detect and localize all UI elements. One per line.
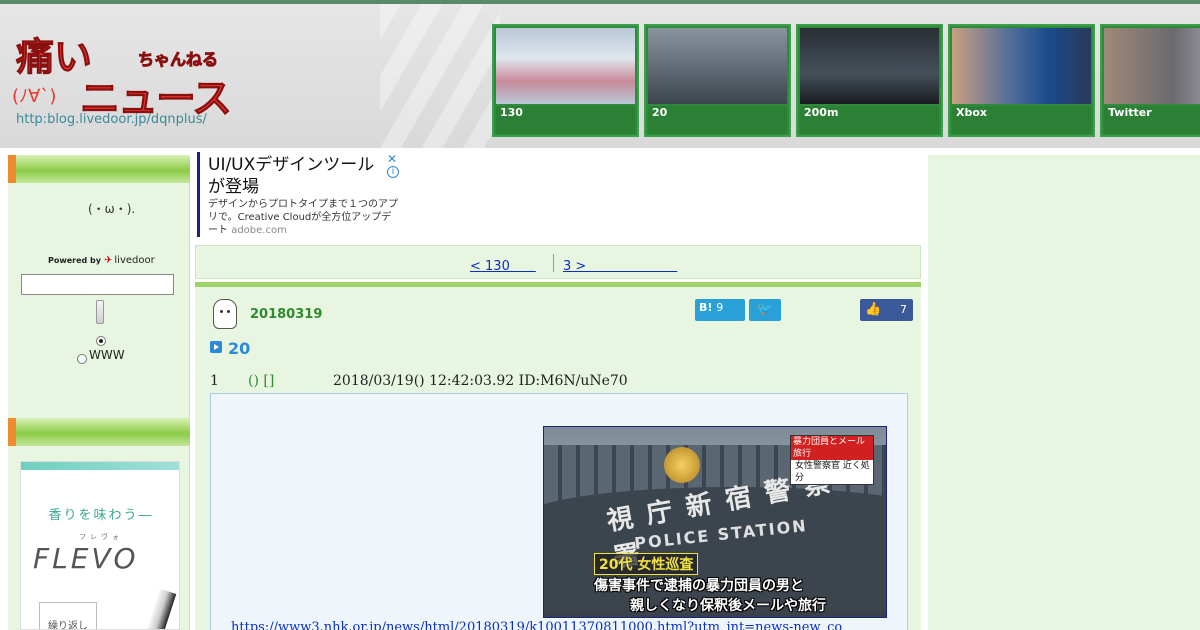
thumbnail-1[interactable]: 130 (492, 24, 639, 137)
product-image (143, 588, 177, 629)
thumbs-up-icon: 👍 (865, 302, 882, 317)
news-source-link[interactable]: https://www3.nhk.or.jp/news/html/2018031… (231, 620, 907, 630)
image-caption-2: 傷害事件で逮捕の暴力団員の男と (594, 578, 804, 594)
site-logo[interactable]: 痛い ちゃんねる (ﾉ∀`) ニュース http:blog.livedoor.j… (8, 26, 238, 136)
image-tag-red: 暴力団員とメール旅行 (791, 436, 873, 460)
sidebar-ad-flevo[interactable]: 香りを味わう― フレヴォ FLEVO 繰り返し (20, 461, 180, 630)
site-header: 痛い ちゃんねる (ﾉ∀`) ニュース http:blog.livedoor.j… (0, 0, 1200, 148)
ad-ruby: フレヴォ (79, 533, 123, 541)
thumbnail-4[interactable]: Xbox (948, 24, 1095, 137)
prev-article-link[interactable]: < 130 (470, 255, 536, 274)
facebook-like-button[interactable]: 👍 7 (860, 299, 913, 321)
article-date: 20180319 (250, 307, 323, 322)
post-number: 1 (210, 373, 219, 389)
thumbnail-image-map (496, 28, 635, 104)
title-play-icon (210, 341, 222, 353)
ad-description: デザインからプロトタイプまで１つのアプリで。Creative Cloudが全方位… (208, 198, 400, 237)
sidebar-header-bar-2 (8, 418, 190, 446)
thumbnail-caption: 200m (804, 106, 839, 119)
featured-thumbnails: 130 20 200m Xbox Twitter (492, 24, 1200, 137)
twitter-bird-icon: 🐦 (756, 302, 774, 317)
ad-button[interactable]: 繰り返し (39, 602, 97, 629)
ad-brand: FLEVO (33, 542, 139, 575)
thumbnail-5[interactable]: Twitter (1100, 24, 1200, 137)
thumbnail-3[interactable]: 200m (796, 24, 943, 137)
image-caption-1: 20代 女性巡査 (594, 553, 699, 575)
header-decoration (380, 4, 500, 148)
thumbnail-image-night (800, 28, 939, 104)
info-icon[interactable]: i (387, 166, 399, 178)
next-article-link[interactable]: 3 > (563, 255, 677, 274)
ad-source: adobe.com (231, 225, 287, 236)
image-caption-3: 親しくなり保釈後メールや旅行 (630, 598, 826, 614)
search-button[interactable] (96, 300, 104, 324)
article: 20180319 B! 9 🐦 👍 7 20 1 () [] 2018/03/1… (195, 282, 921, 630)
thumbnail-image-twitter (1104, 28, 1200, 104)
image-news-tag: 暴力団員とメール旅行 女性警察官 近く処分 (790, 435, 874, 485)
thumbnail-image-xbox (952, 28, 1091, 104)
logo-text-face: (ﾉ∀`) (12, 86, 57, 107)
police-emblem-icon (664, 447, 700, 483)
image-tag-white: 女性警察官 近く処分 (795, 461, 870, 483)
thumbnail-caption: Twitter (1108, 106, 1152, 119)
powered-by-livedoor[interactable]: Powered bylivedoor (48, 255, 155, 266)
ad-tagline: 香りを味わう― (48, 508, 154, 523)
radio-www[interactable] (77, 354, 87, 364)
top-ad-adobe[interactable]: ✕ i UI/UXデザインツールが登場 デザインからプロトタイプまで１つのアプリ… (197, 152, 401, 237)
radio-www-label: WWW (89, 348, 125, 362)
close-icon[interactable]: ✕ (387, 152, 397, 166)
pager-divider (553, 254, 554, 272)
hatena-bookmark-button[interactable]: B! 9 (695, 299, 745, 321)
thumbnail-caption: Xbox (956, 106, 988, 119)
news-image[interactable]: 視庁新宿警察署 POLICE STATION 暴力団員とメール旅行 女性警察官 … (543, 426, 887, 618)
hatena-count: 9 (716, 301, 724, 314)
like-count: 7 (900, 303, 907, 316)
powered-by-label: Powered by (48, 256, 101, 265)
article-title[interactable]: 20 (228, 339, 250, 358)
sidebar-header-bar (8, 155, 190, 183)
logo-url: http:blog.livedoor.jp/dqnplus/ (16, 112, 207, 127)
ad-headline: UI/UXデザインツールが登場 (208, 155, 375, 197)
bar-tab (8, 155, 16, 183)
ad-top-band (21, 462, 179, 470)
avatar-icon (213, 299, 237, 329)
thumbnail-caption: 130 (500, 106, 523, 119)
post-meta: 2018/03/19() 12:42:03.92 ID:M6N/uNe70 (333, 373, 628, 389)
thumbnail-caption-bg (648, 106, 787, 134)
post-body: 視庁新宿警察署 POLICE STATION 暴力団員とメール旅行 女性警察官 … (210, 393, 908, 630)
bar-tab (8, 418, 16, 446)
post-name: () [] (248, 373, 275, 389)
tweet-button[interactable]: 🐦 (749, 299, 781, 321)
hatena-icon: B! (699, 301, 713, 314)
livedoor-logo: livedoor (104, 255, 155, 266)
thumbnail-2[interactable]: 20 (644, 24, 791, 137)
thumbnail-caption: 20 (652, 106, 668, 119)
sidebar-face-icon: (・ω・). (88, 202, 136, 216)
search-input[interactable] (21, 274, 174, 295)
thumbnail-image-police (648, 28, 787, 104)
radio-blog[interactable] (96, 336, 106, 346)
pager: < 130 3 > (195, 245, 921, 279)
right-sidebar (928, 155, 1200, 630)
